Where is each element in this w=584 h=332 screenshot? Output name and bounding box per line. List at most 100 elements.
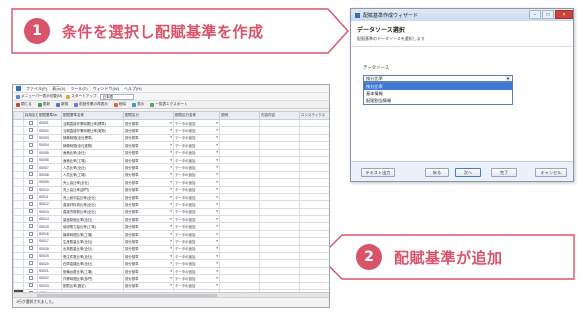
content-cell[interactable] xyxy=(259,170,300,180)
kubun-name-cell[interactable]: データの追加 ▾ xyxy=(173,207,220,217)
chevron-down-icon[interactable]: ▾ xyxy=(216,246,218,251)
content-cell[interactable] xyxy=(259,237,300,246)
refresh-button[interactable]: 更新 xyxy=(37,102,50,107)
basis-name-cell[interactable]: 人員比率(工場) xyxy=(61,170,124,180)
table-row[interactable]: S0016 機械時間比率(工場) 按分基準 ▾ データの追加 ▾ xyxy=(13,229,329,239)
kubun-dropdown[interactable]: 按分基準 ▾ xyxy=(125,121,173,126)
kubun-cell[interactable]: 按分基準 ▾ xyxy=(123,229,174,239)
kubun-name-dropdown[interactable]: データの追加 ▾ xyxy=(175,254,219,259)
content-cell[interactable] xyxy=(259,185,300,194)
content-cell[interactable] xyxy=(259,252,300,261)
basis-name-cell[interactable]: 当期直接作業時間比率(実際) xyxy=(61,126,124,135)
chevron-down-icon[interactable]: ▾ xyxy=(170,165,172,170)
kubun-name-dropdown[interactable]: データの追加 ▾ xyxy=(175,121,219,126)
description-cell[interactable] xyxy=(219,274,260,283)
kubun-name-cell[interactable]: データの追加 ▾ xyxy=(173,274,220,283)
chevron-down-icon[interactable]: ▾ xyxy=(170,232,172,237)
chevron-down-icon[interactable]: ▾ xyxy=(170,202,172,207)
kubun-name-dropdown[interactable]: データの追加 ▾ xyxy=(175,224,219,229)
table-row[interactable]: S0008 人員比率(工場) 按分基準 ▾ データの追加 ▾ xyxy=(13,170,329,180)
basis-no-cell[interactable]: S0010 xyxy=(37,185,62,194)
content-cell[interactable] xyxy=(259,118,300,128)
chevron-down-icon[interactable]: ▾ xyxy=(216,158,218,163)
table-row[interactable]: S0009 売上高比率(全社) 按分基準 ▾ データの追加 ▾ xyxy=(13,178,329,187)
chevron-down-icon[interactable]: ▾ xyxy=(170,217,172,222)
startup-button[interactable]: スタートアップ xyxy=(66,94,96,99)
kubun-dropdown[interactable]: 按分基準 ▾ xyxy=(125,232,173,237)
basis-no-cell[interactable]: S0015 xyxy=(37,222,62,231)
kubun-dropdown[interactable]: 按分基準 ▾ xyxy=(125,195,173,200)
kubun-cell[interactable]: 按分基準 ▾ xyxy=(123,237,174,246)
chevron-down-icon[interactable]: ▾ xyxy=(170,195,172,200)
table-row[interactable]: S0006 面積比率(工場) 按分基準 ▾ データの追加 ▾ xyxy=(13,155,329,165)
delete-button[interactable]: 削除 xyxy=(113,102,126,107)
content-cell[interactable] xyxy=(259,192,300,202)
chevron-down-icon[interactable]: ▾ xyxy=(170,180,172,185)
content-cell[interactable] xyxy=(259,281,300,291)
basis-name-cell[interactable]: 面積比率(工場) xyxy=(61,155,124,165)
basis-no-cell[interactable]: S0021 xyxy=(37,266,62,276)
basis-name-cell[interactable]: 配賦比率(固定) xyxy=(61,281,124,291)
kubun-cell[interactable]: 按分基準 ▾ xyxy=(123,274,174,283)
table-row[interactable]: S0013 直接労務費比率(全社) 按分基準 ▾ データの追加 ▾ xyxy=(13,207,329,217)
basis-no-cell[interactable]: S0003 xyxy=(37,133,62,143)
basis-name-cell[interactable]: 売上高比率(部門) xyxy=(61,185,124,194)
kubun-cell[interactable]: 按分基準 ▾ xyxy=(123,133,174,143)
basis-no-cell[interactable]: S0001 xyxy=(37,118,62,128)
row-header-cell[interactable] xyxy=(13,252,24,261)
basis-no-cell[interactable]: S0013 xyxy=(37,207,62,217)
redisplay-button[interactable]: 前回作業の再表示 xyxy=(74,102,108,107)
description-cell[interactable] xyxy=(219,126,260,135)
chevron-down-icon[interactable]: ▾ xyxy=(216,232,218,237)
menu-file[interactable]: ファイル(F) xyxy=(26,86,47,92)
chevron-down-icon[interactable]: ▾ xyxy=(170,254,172,259)
description-cell[interactable] xyxy=(219,237,260,246)
chevron-down-icon[interactable]: ▾ xyxy=(170,187,172,192)
table-row[interactable]: S0022 作業時間比率(部門) 按分基準 ▾ データの追加 ▾ xyxy=(13,274,329,283)
adopt-checkbox[interactable] xyxy=(29,194,33,199)
chevron-down-icon[interactable]: ▾ xyxy=(216,283,218,288)
minimize-button[interactable]: − xyxy=(529,10,541,19)
kubun-name-dropdown[interactable]: データの追加 ▾ xyxy=(175,172,219,177)
kubun-name-cell[interactable]: データの追加 ▾ xyxy=(173,229,220,239)
basis-no-cell[interactable]: S0005 xyxy=(37,148,62,157)
basis-no-cell[interactable]: S0016 xyxy=(37,229,62,239)
row-header-cell[interactable] xyxy=(13,155,24,165)
content-cell[interactable] xyxy=(259,215,300,224)
content-cell[interactable] xyxy=(259,200,300,209)
kubun-dropdown[interactable]: 按分基準 ▾ xyxy=(125,150,173,155)
adopt-checkbox[interactable] xyxy=(29,120,33,125)
chevron-down-icon[interactable]: ▾ xyxy=(170,269,172,274)
basis-no-cell[interactable]: S0022 xyxy=(37,274,62,283)
col-header[interactable]: 配賦区分名称 xyxy=(173,111,220,120)
col-header[interactable]: 配賦基準名称 xyxy=(61,111,124,120)
kubun-name-dropdown[interactable]: データの追加 ▾ xyxy=(175,187,219,192)
kubun-dropdown[interactable]: 按分基準 ▾ xyxy=(125,143,173,148)
row-header-cell[interactable] xyxy=(13,215,24,224)
kubun-dropdown[interactable]: 按分基準 ▾ xyxy=(125,180,173,185)
description-cell[interactable] xyxy=(219,148,260,157)
basis-name-cell[interactable]: 製造原価比率(全社) xyxy=(61,215,124,224)
row-header-cell[interactable] xyxy=(13,281,24,291)
logistics-cell[interactable] xyxy=(299,266,329,276)
description-cell[interactable] xyxy=(219,229,260,239)
kubun-name-cell[interactable]: データの追加 ▾ xyxy=(173,200,220,209)
adopt-checkbox[interactable] xyxy=(29,246,33,251)
basis-no-cell[interactable]: S0007 xyxy=(37,163,62,172)
kubun-cell[interactable]: 按分基準 ▾ xyxy=(123,148,174,157)
basis-no-cell[interactable]: S0020 xyxy=(37,259,62,268)
adopt-checkbox[interactable] xyxy=(29,238,33,243)
chevron-down-icon[interactable]: ▾ xyxy=(170,239,172,244)
table-row[interactable]: S0011 売上総利益比率(全社) 按分基準 ▾ データの追加 ▾ xyxy=(13,192,329,202)
content-cell[interactable] xyxy=(259,222,300,231)
logistics-cell[interactable] xyxy=(299,215,329,224)
chevron-down-icon[interactable]: ▾ xyxy=(170,128,172,133)
kubun-dropdown[interactable]: 按分基準 ▾ xyxy=(125,261,173,266)
chevron-down-icon[interactable]: ▾ xyxy=(216,128,218,133)
kubun-cell[interactable]: 按分基準 ▾ xyxy=(123,200,174,209)
logistics-cell[interactable] xyxy=(299,244,329,254)
table-row[interactable]: S0004 稼働時間(全社実際) 按分基準 ▾ データの追加 ▾ xyxy=(13,141,329,150)
kubun-name-dropdown[interactable]: データの追加 ▾ xyxy=(175,202,219,207)
kubun-name-dropdown[interactable]: データの追加 ▾ xyxy=(175,239,219,244)
logistics-cell[interactable] xyxy=(299,259,329,268)
